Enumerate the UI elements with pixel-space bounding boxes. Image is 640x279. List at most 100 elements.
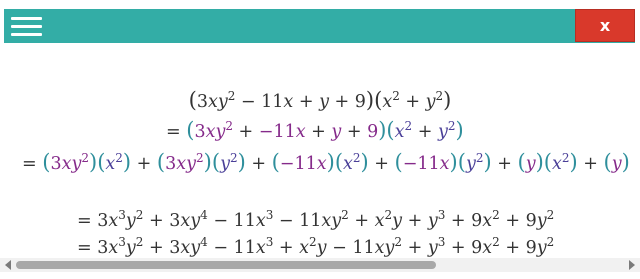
math-token: x	[180, 238, 191, 258]
scroll-right-arrow-icon[interactable]	[629, 260, 635, 270]
math-token: 3	[118, 208, 126, 222]
math-token: − 11	[326, 238, 375, 258]
math-token: y	[316, 238, 327, 258]
scroll-left-arrow-icon[interactable]	[5, 260, 11, 270]
math-token: 2	[384, 208, 393, 222]
math-content: (3xy2 − 11x + y + 9)(x2 + y2) = (3xy2 + …	[0, 44, 640, 258]
math-token: (	[517, 150, 526, 174]
equation-line-5: = 3x3y2 + 3xy4 − 11x3 + x2y − 11xy2 + y3…	[77, 230, 554, 258]
math-token: y	[217, 92, 228, 112]
math-token: )	[443, 88, 452, 112]
math-token: y	[392, 211, 403, 231]
math-token: )	[449, 150, 458, 174]
math-token: 4	[200, 235, 208, 249]
math-token: y	[525, 154, 536, 174]
math-token: =	[166, 122, 187, 142]
math-token: y	[186, 154, 197, 174]
math-token: )	[535, 150, 544, 174]
equation-line-1: (3xy2 − 11x + y + 9)(x2 + y2)	[0, 84, 640, 114]
math-token: 3	[165, 154, 177, 174]
horizontal-scrollbar[interactable]	[0, 258, 640, 272]
math-token: 3	[196, 92, 208, 112]
math-token: y	[190, 238, 201, 258]
math-token: 3	[50, 154, 62, 174]
math-token: 2	[115, 151, 123, 165]
math-token: 2	[225, 119, 233, 133]
math-token: )	[203, 150, 212, 174]
close-button[interactable]: x	[575, 9, 635, 42]
math-token: +	[348, 211, 375, 231]
math-token: 2	[309, 235, 317, 249]
math-token: +	[368, 154, 395, 174]
top-bar: x	[4, 9, 635, 43]
math-token: x	[283, 92, 294, 112]
math-token: y	[125, 211, 136, 231]
math-token: +	[412, 122, 438, 142]
equation-line-3: = (3xy2)(x2) + (3xy2)(y2) + (−11x)(x2) +…	[22, 146, 630, 176]
math-token: +	[341, 122, 368, 142]
math-token: x	[207, 92, 218, 112]
math-token: 2	[546, 208, 555, 222]
math-token: x	[255, 238, 266, 258]
math-token: )	[621, 150, 630, 174]
math-token: +	[402, 211, 428, 231]
math-token: x	[551, 154, 562, 174]
math-token: + 9	[499, 211, 537, 231]
math-token: x	[255, 211, 266, 231]
math-token: 2	[394, 235, 403, 249]
math-token: 2	[492, 208, 500, 222]
math-token: +	[402, 238, 428, 258]
math-token: x	[108, 211, 119, 231]
math-token: )	[88, 150, 98, 174]
math-token: )	[360, 150, 369, 174]
math-token: y	[427, 238, 438, 258]
math-token: x	[374, 211, 385, 231]
math-token: − 11	[273, 211, 322, 231]
math-token: − 11	[207, 238, 256, 258]
math-token: + 3	[143, 238, 181, 258]
math-token: x	[482, 211, 493, 231]
math-token: y	[465, 154, 476, 174]
math-token: y	[611, 154, 622, 174]
math-token: x	[108, 238, 119, 258]
math-token: + 9	[445, 238, 483, 258]
math-token: )	[569, 150, 578, 174]
math-token: = 3	[77, 238, 109, 258]
math-token: )	[455, 118, 464, 142]
math-token: + 9	[499, 238, 537, 258]
math-token: 3	[118, 235, 126, 249]
math-token: )	[237, 150, 246, 174]
math-token: y	[437, 122, 448, 142]
math-token: (	[603, 150, 612, 174]
math-token: + 9	[328, 92, 366, 112]
math-token: y	[427, 211, 438, 231]
math-token: (	[334, 150, 344, 174]
math-token: +	[577, 154, 604, 174]
math-token: y	[425, 92, 436, 112]
math-token: + 9	[445, 211, 483, 231]
math-token: −11	[258, 122, 296, 142]
math-token: +	[305, 122, 332, 142]
math-token: x	[343, 154, 353, 174]
math-token: x	[180, 211, 191, 231]
math-token: y	[190, 211, 201, 231]
math-token: y	[331, 211, 342, 231]
math-token: −11	[279, 154, 317, 174]
math-token: y	[220, 154, 230, 174]
math-token: (	[211, 150, 221, 174]
math-token: + 3	[143, 211, 181, 231]
math-token: (	[457, 150, 466, 174]
math-token: x	[105, 154, 116, 174]
math-token: 3	[194, 122, 206, 142]
scroll-thumb[interactable]	[16, 261, 436, 269]
scroll-track[interactable]	[16, 261, 624, 269]
math-token: 2	[546, 235, 555, 249]
hamburger-menu-icon[interactable]	[11, 17, 45, 37]
math-token: (	[394, 150, 403, 174]
math-token: 2	[229, 151, 238, 165]
math-token: x	[295, 122, 306, 142]
equation-line-4: = 3x3y2 + 3xy4 − 11x3 − 11xy2 + x2y + y3…	[77, 203, 554, 233]
math-token: 2	[561, 151, 570, 165]
math-token: (	[271, 150, 280, 174]
math-token: y	[319, 92, 329, 112]
